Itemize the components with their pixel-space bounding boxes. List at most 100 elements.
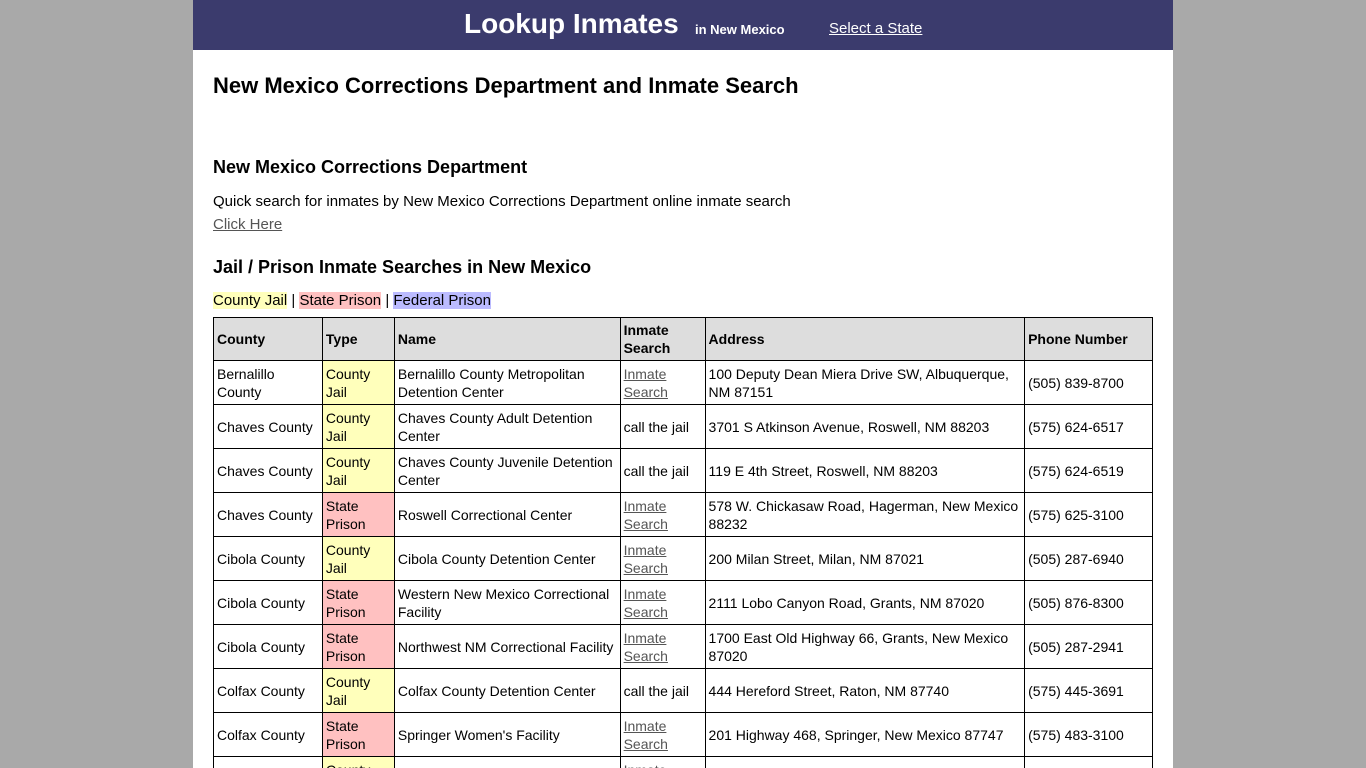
cell-inmate-search: Inmate Search [619,492,706,537]
cell-inmate-search: Inmate Search [619,624,706,669]
cell-county: Curry County [213,756,323,768]
cell-inmate-search: Inmate Search [619,756,706,768]
page-container: Lookup Inmates in New Mexico Select a St… [193,0,1173,768]
cell-inmate-search: Inmate Search [619,360,706,405]
table-header-row: County Type Name Inmate Search Address P… [213,317,1153,361]
cell-name: Roswell Correctional Center [393,492,621,537]
cell-type: County Jail [321,536,395,581]
cell-type: State Prison [321,492,395,537]
cell-inmate-search: Inmate Search [619,536,706,581]
cell-name: Cibola County Detention Center [393,536,621,581]
cell-inmate-search: Inmate Search [619,712,706,757]
top-header: Lookup Inmates in New Mexico Select a St… [193,0,1173,50]
cell-county: Bernalillo County [213,360,323,405]
inmate-search-link[interactable]: Inmate Search [624,498,668,532]
cell-county: Chaves County [213,448,323,493]
table-row: Bernalillo County County Jail Bernalillo C… [213,360,1153,405]
inmate-search-link[interactable]: Inmate Search [624,586,668,620]
cell-address: 578 W. Chickasaw Road, Hagerman, New Mex… [704,492,1026,537]
cell-phone: (505) 876-8300 [1024,580,1153,625]
cell-type: County Jail [321,668,395,713]
main-content: New Mexico Corrections Department and In… [193,50,1173,768]
table-row: Curry CountyCounty JailCurry County Dete… [213,756,1153,768]
cell-address: 3701 S Atkinson Avenue, Roswell, NM 8820… [704,404,1026,449]
cell-phone: (505) 287-6940 [1024,536,1153,581]
select-state-link[interactable]: Select a State [829,20,922,37]
cell-inmate-search: call the jail [619,448,706,493]
cell-address: 200 Milan Street, Milan, NM 87021 [704,536,1026,581]
type-legend: County Jail | State Prison | Federal Pri… [213,292,491,309]
cell-county: Cibola County [213,624,323,669]
cell-address: 2111 Lobo Canyon Road, Grants, NM 87020 [704,580,1026,625]
col-header-inmate-search: Inmate Search [619,317,706,361]
table-row: Chaves County County Jail Chaves County Ad… [213,404,1153,449]
cell-type: County Jail [321,448,395,493]
cell-name: Colfax County Detention Center [393,668,621,713]
table-row: Cibola County County Jail Cibola County De… [213,536,1153,581]
legend-separator: | [287,292,300,309]
cell-address: 444 Hereford Street, Raton, NM 87740 [704,668,1026,713]
cell-county: Cibola County [213,580,323,625]
cell-inmate-search: call the jail [619,668,706,713]
cell-county: Colfax County [213,712,323,757]
col-header-address: Address [704,317,1026,361]
cell-phone: (505) 287-2941 [1024,624,1153,669]
cell-phone: (575) 625-3100 [1024,492,1153,537]
state-subtitle: in New Mexico [695,22,785,37]
dept-intro-text: Quick search for inmates by New Mexico C… [213,193,791,210]
col-header-type: Type [321,317,395,361]
cell-type: State Prison [321,624,395,669]
cell-name: Chaves County Adult Detention Center [393,404,621,449]
cell-type: County Jail [321,360,395,405]
inmate-search-link[interactable]: Inmate Search [624,366,668,400]
table-row: Chaves County State Prison Roswell Correct… [213,492,1153,537]
cell-name: Northwest NM Correctional Facility [393,624,621,669]
dept-heading: New Mexico Corrections Department [213,157,528,177]
inmate-search-link[interactable]: Inmate Search [624,718,668,752]
table-body: Bernalillo County County Jail Bernalillo C… [213,360,1153,768]
cell-county: Chaves County [213,492,323,537]
site-logo-text[interactable]: Lookup Inmates [464,8,679,40]
cell-address: 1700 East Old Highway 66, Grants, New Me… [704,624,1026,669]
table-row: Colfax County County Jail Colfax County De… [213,668,1153,713]
page-title: New Mexico Corrections Department and In… [213,73,799,98]
inmate-search-table: County Type Name Inmate Search Address P… [213,317,1153,768]
cell-address: 801 Mitchell Street, Clovis, NM 88101 [704,756,1026,768]
cell-name: Curry County Detention Centers [393,756,621,768]
cell-name: Chaves County Juvenile Detention Center [393,448,621,493]
cell-address: 100 Deputy Dean Miera Drive SW, Albuquer… [704,360,1026,405]
cell-name: Springer Women's Facility [393,712,621,757]
cell-county: Cibola County [213,536,323,581]
click-here-link[interactable]: Click Here [213,216,282,233]
cell-address: 201 Highway 468, Springer, New Mexico 87… [704,712,1026,757]
cell-type: County Jail [321,756,395,768]
cell-phone: (575) 445-3691 [1024,668,1153,713]
table-row: Chaves County County Jail Chaves County Ju… [213,448,1153,493]
cell-type: State Prison [321,712,395,757]
cell-type: State Prison [321,580,395,625]
table-row: Colfax County State Prison Springer Women'… [213,712,1153,757]
table-row: Cibola County State Prison Western New Mex… [213,580,1153,625]
inmate-search-link[interactable]: Inmate Search [624,762,668,768]
cell-address: 119 E 4th Street, Roswell, NM 88203 [704,448,1026,493]
jail-heading: Jail / Prison Inmate Searches in New Mex… [213,257,592,277]
cell-county: Chaves County [213,404,323,449]
inmate-search-link[interactable]: Inmate Search [624,630,668,664]
cell-name: Bernalillo County Metropolitan Detention… [393,360,621,405]
cell-type: County Jail [321,404,395,449]
inmate-search-link[interactable]: Inmate Search [624,542,668,576]
legend-state-prison: State Prison [299,292,382,309]
cell-inmate-search: Inmate Search [619,580,706,625]
legend-separator: | [381,292,394,309]
table-row: Cibola County State Prison Northwest NM Co… [213,624,1153,669]
cell-county: Colfax County [213,668,323,713]
col-header-county: County [213,317,323,361]
cell-inmate-search: call the jail [619,404,706,449]
legend-federal-prison: Federal Prison [393,292,491,309]
col-header-name: Name [393,317,621,361]
legend-county-jail: County Jail [213,292,288,309]
cell-phone: (505) 839-8700 [1024,360,1153,405]
cell-phone: (575) 483-3100 [1024,712,1153,757]
cell-phone: (575) 624-6519 [1024,448,1153,493]
cell-phone: (575) 624-6517 [1024,404,1153,449]
